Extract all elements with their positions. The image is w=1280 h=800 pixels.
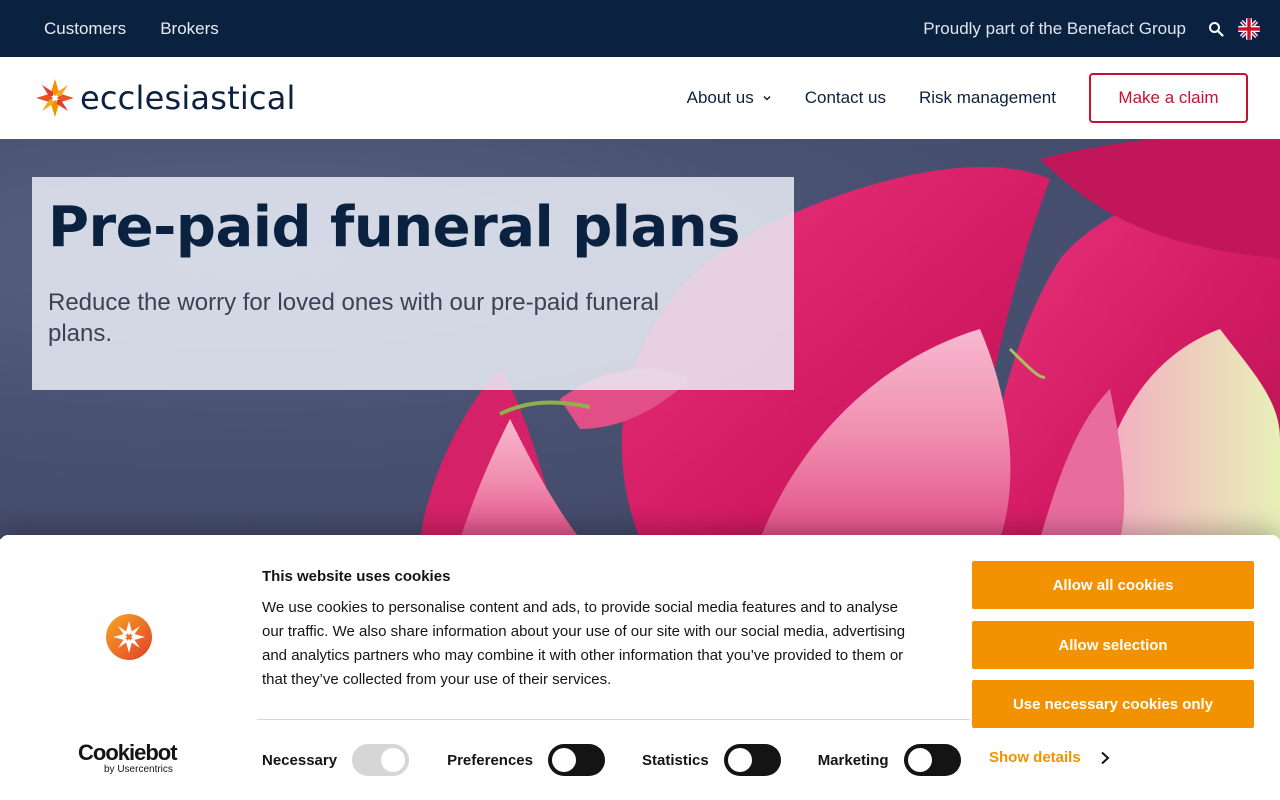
hero-text-card: Pre-paid funeral plans Reduce the worry … (32, 177, 794, 390)
preferences-toggle[interactable] (547, 744, 605, 776)
nav-about-us[interactable]: About us (687, 88, 772, 108)
topbar-right: Proudly part of the Benefact Group (923, 0, 1280, 57)
necessary-cookies-only-button[interactable]: Use necessary cookies only (972, 680, 1254, 728)
show-details-label: Show details (989, 749, 1081, 766)
search-icon[interactable] (1206, 19, 1226, 39)
toggle-group-marketing: Marketing (818, 744, 961, 776)
show-details-link[interactable]: Show details (989, 749, 1111, 766)
logo-star-icon (36, 79, 74, 117)
necessary-label: Necessary (262, 751, 338, 769)
statistics-label: Statistics (641, 751, 709, 769)
customers-link[interactable]: Customers (44, 19, 126, 39)
preferences-label: Preferences (447, 751, 533, 769)
nav-contact-us[interactable]: Contact us (805, 88, 886, 108)
cookie-logo-icon (106, 614, 152, 660)
page-title: Pre-paid funeral plans (48, 195, 740, 260)
toggle-knob (907, 748, 932, 772)
audience-links: Customers Brokers (44, 0, 219, 57)
main-header: ecclesiastical About us Contact us Risk … (0, 57, 1280, 139)
toggle-group-necessary: Necessary (262, 744, 410, 776)
page-subtitle: Reduce the worry for loved ones with our… (48, 289, 659, 347)
top-utility-bar: Customers Brokers Proudly part of the Be… (0, 0, 1280, 57)
cookie-divider (257, 719, 970, 720)
primary-nav: About us Contact us Risk management Make… (687, 57, 1280, 139)
hero-banner: Pre-paid funeral plans Reduce the worry … (0, 139, 1280, 539)
allow-selection-button[interactable]: Allow selection (972, 621, 1254, 669)
allow-all-cookies-button[interactable]: Allow all cookies (972, 561, 1254, 609)
cookiebot-brand[interactable]: Cookiebot by Usercentrics (78, 742, 188, 776)
site-logo[interactable]: ecclesiastical (34, 77, 296, 119)
logo-wordmark: ecclesiastical (80, 79, 296, 117)
chevron-right-icon (1101, 751, 1110, 764)
cookiebot-byline: by Usercentrics (104, 764, 173, 775)
cookie-consent-banner: Cookiebot by Usercentrics This website u… (0, 535, 1280, 800)
cookie-description: We use cookies to personalise content an… (262, 599, 906, 688)
toggle-knob (551, 748, 576, 772)
uk-flag-icon[interactable] (1238, 17, 1260, 40)
nav-about-us-label: About us (686, 88, 754, 107)
toggle-knob (727, 748, 752, 772)
toggle-group-preferences: Preferences (447, 744, 605, 776)
toggle-group-statistics: Statistics (642, 744, 781, 776)
toggle-knob (381, 748, 406, 772)
cookiebot-wordmark: Cookiebot (78, 740, 178, 765)
statistics-toggle[interactable] (723, 744, 781, 776)
brokers-link[interactable]: Brokers (160, 19, 219, 39)
marketing-label: Marketing (817, 751, 889, 769)
benefact-group-text: Proudly part of the Benefact Group (923, 18, 1186, 38)
make-a-claim-button[interactable]: Make a claim (1089, 73, 1248, 123)
marketing-toggle[interactable] (903, 744, 961, 776)
cookie-category-toggles: Necessary Preferences Statistics Marketi… (262, 743, 961, 777)
nav-risk-management[interactable]: Risk management (919, 88, 1056, 108)
necessary-toggle (352, 744, 410, 776)
cookie-title: This website uses cookies (262, 568, 451, 585)
chevron-down-icon (763, 95, 771, 101)
